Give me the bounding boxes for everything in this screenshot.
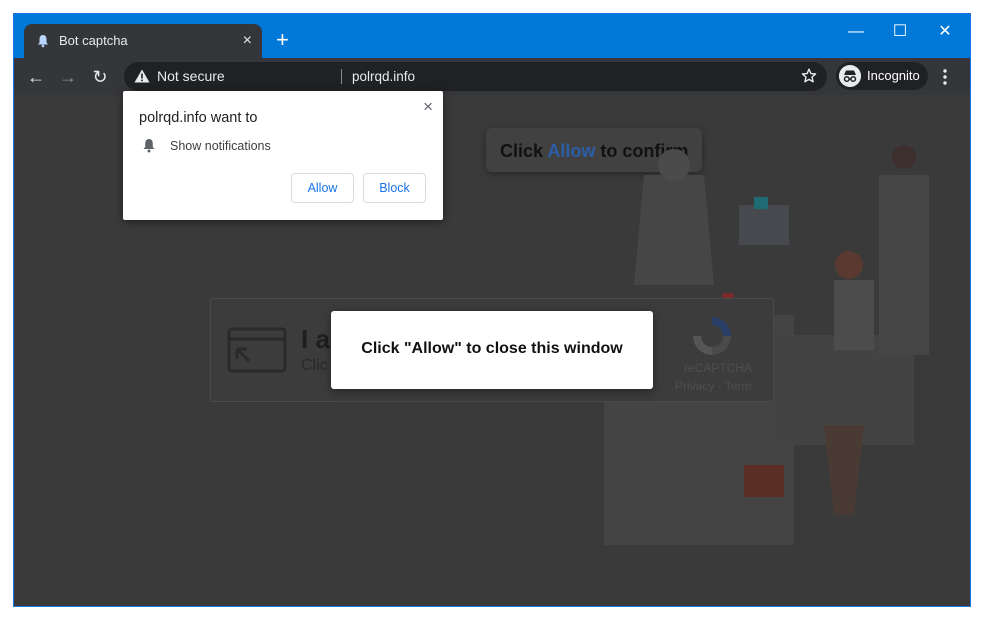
reload-button[interactable]: ↻	[89, 66, 111, 88]
new-tab-button[interactable]: +	[276, 29, 289, 51]
url-text[interactable]: polrqd.info	[352, 69, 415, 84]
star-icon[interactable]	[801, 68, 817, 84]
tab-title: Bot captcha	[59, 33, 128, 48]
notification-bell-icon	[143, 139, 155, 153]
recaptcha-label: reCAPTCHA	[684, 361, 753, 375]
incognito-label: Incognito	[867, 68, 920, 83]
block-button[interactable]: Block	[363, 173, 426, 203]
browser-window-icon	[227, 327, 287, 373]
address-bar[interactable]: Not secure polrqd.info	[124, 62, 827, 91]
recaptcha-privacy-links[interactable]: Privacy - Term	[675, 379, 751, 393]
close-window-button[interactable]: ✕	[935, 22, 955, 42]
illus-woman	[879, 175, 929, 355]
warning-icon	[134, 69, 150, 83]
forward-button[interactable]: →	[57, 66, 79, 88]
bell-icon	[38, 35, 48, 48]
browser-toolbar: ← → ↻ Not secure polrqd.info Incognito	[14, 58, 970, 95]
close-window-modal: Click "Allow" to close this window	[331, 311, 653, 389]
browser-window: Bot captcha × + — ☐ ✕ ← → ↻ Not secure p…	[14, 14, 970, 606]
tab-close-icon[interactable]: ×	[243, 31, 252, 51]
captcha-subtext: Clic	[301, 357, 328, 374]
modal-message: Click "Allow" to close this window	[361, 340, 623, 357]
maximize-button[interactable]: ☐	[890, 22, 910, 42]
notification-permission-prompt: polrqd.info want to × Show notifications…	[123, 91, 443, 220]
incognito-profile-button[interactable]: Incognito	[836, 62, 928, 90]
recaptcha-logo-icon	[693, 317, 731, 355]
security-status[interactable]: Not secure	[157, 68, 225, 84]
illus-briefcase	[744, 465, 784, 497]
illus-robot	[634, 175, 714, 285]
title-bar: Bot captcha × + — ☐ ✕	[14, 14, 970, 58]
permission-close-icon[interactable]: ×	[423, 97, 433, 117]
minimize-button[interactable]: —	[846, 22, 866, 42]
back-button[interactable]: ←	[25, 66, 47, 88]
more-menu-icon[interactable]	[942, 68, 948, 86]
allow-button[interactable]: Allow	[291, 173, 354, 203]
captcha-heading: I a	[301, 324, 330, 354]
illus-screen	[739, 205, 789, 245]
address-divider	[341, 69, 342, 84]
permission-item-notifications: Show notifications	[170, 139, 271, 153]
incognito-icon	[839, 65, 861, 87]
permission-title: polrqd.info want to	[139, 110, 258, 126]
tab-bot-captcha[interactable]: Bot captcha ×	[24, 24, 262, 58]
